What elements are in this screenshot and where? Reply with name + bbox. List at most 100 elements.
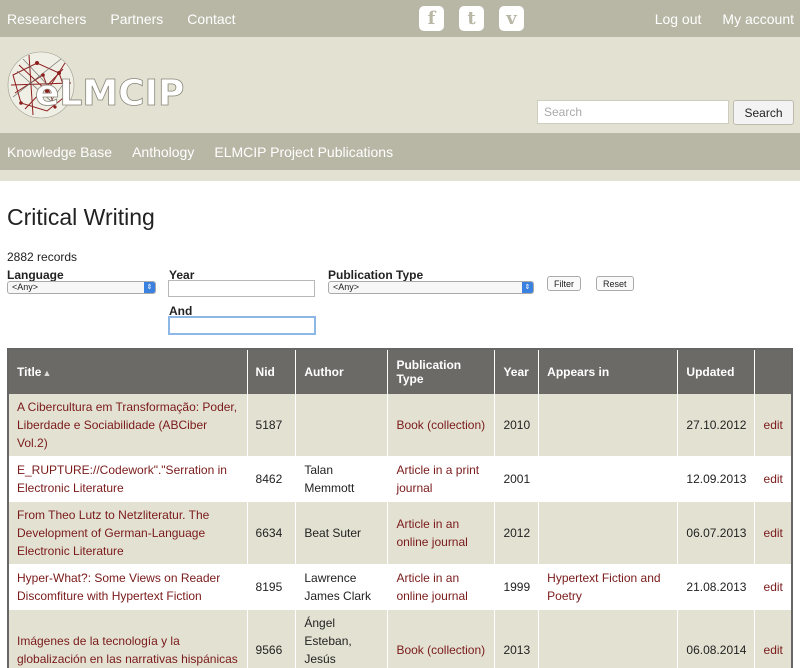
row-pubtype[interactable]: Article in an online journal [387,564,496,610]
filter-button[interactable]: Filter [547,276,581,291]
nav-anthology[interactable]: Anthology [132,144,194,160]
table-row: Hyper-What?: Some Views on Reader Discom… [8,564,792,610]
table-header-row: Title▲ Nid Author Publication Type Year … [8,349,792,394]
row-nid: 9566 [247,610,297,668]
row-pubtype[interactable]: Book (collection) [387,394,496,456]
my-account-link[interactable]: My account [722,11,794,27]
row-year: 2012 [494,502,540,564]
records-table: Title▲ Nid Author Publication Type Year … [7,348,793,668]
col-nid[interactable]: Nid [247,349,297,394]
row-edit-link[interactable]: edit [754,456,792,502]
row-title[interactable]: A Cibercultura em Transformação: Poder, … [8,394,248,456]
main-nav: Knowledge Base Anthology ELMCIP Project … [0,133,800,170]
col-title-label: Title [17,365,42,379]
row-appears-in[interactable] [538,610,679,668]
nav-partners[interactable]: Partners [110,11,163,27]
vimeo-icon[interactable]: v [499,6,524,31]
facebook-icon[interactable]: f [419,6,444,31]
row-author[interactable] [295,394,389,456]
filter-form: Language <Any> ⇕ Year And Publication Ty… [7,268,793,348]
search-button[interactable]: Search [733,100,794,125]
row-edit-link[interactable]: edit [754,394,792,456]
logo-text: eLMCIP [35,73,184,114]
row-author[interactable]: Beat Suter [295,502,389,564]
table-row: Imágenes de la tecnología y la globaliza… [8,610,792,668]
nav-contact[interactable]: Contact [187,11,235,27]
nav-project-publications[interactable]: ELMCIP Project Publications [214,144,393,160]
brand-header: eLMCIP Search [0,37,800,133]
row-title[interactable]: Hyper-What?: Some Views on Reader Discom… [8,564,248,610]
elmcip-logo[interactable]: eLMCIP [7,45,197,125]
col-edit [754,349,792,394]
record-count: 2882 records [7,250,78,264]
main-content: Critical Writing 2882 records Language <… [0,204,800,668]
col-author[interactable]: Author [295,349,389,394]
row-updated: 06.07.2013 [677,502,756,564]
pubtype-label: Publication Type [328,268,424,282]
row-edit-link[interactable]: edit [754,610,792,668]
row-appears-in[interactable] [538,456,679,502]
row-author[interactable]: Ángel Esteban, Jesús Montoya [295,610,389,668]
row-nid: 8195 [247,564,297,610]
row-updated: 12.09.2013 [677,456,756,502]
row-nid: 5187 [247,394,297,456]
col-title[interactable]: Title▲ [8,349,248,394]
row-nid: 6634 [247,502,297,564]
row-year: 1999 [494,564,540,610]
col-appears-in[interactable]: Appears in [538,349,679,394]
row-title[interactable]: E_RUPTURE://Codework"."Serration in Elec… [8,456,248,502]
sort-ascending-icon: ▲ [42,368,52,378]
row-appears-in[interactable] [538,394,679,456]
year-and-input[interactable] [168,316,316,335]
row-year: 2001 [494,456,540,502]
search-input[interactable] [537,100,729,124]
row-year: 2010 [494,394,540,456]
row-updated: 06.08.2014 [677,610,756,668]
nav-researchers[interactable]: Researchers [7,11,86,27]
language-select-value: <Any> [12,282,39,292]
row-edit-link[interactable]: edit [754,564,792,610]
twitter-glyph: t [467,8,476,29]
logout-link[interactable]: Log out [655,11,702,27]
row-author[interactable]: Talan Memmott [295,456,389,502]
row-updated: 27.10.2012 [677,394,756,456]
twitter-icon[interactable]: t [459,6,484,31]
logo-graphic: eLMCIP [7,51,185,119]
nav-knowledge-base[interactable]: Knowledge Base [7,144,112,160]
language-select[interactable]: <Any> ⇕ [7,281,156,294]
row-pubtype[interactable]: Article in an online journal [387,502,496,564]
site-search: Search [537,100,794,125]
year-input[interactable] [168,280,315,297]
nav-strip [0,170,800,181]
row-title[interactable]: From Theo Lutz to Netzliteratur. The Dev… [8,502,248,564]
social-links: f t v [419,6,524,31]
top-nav-left: Researchers Partners Contact [7,0,236,37]
top-nav-right: Log out My account [655,0,794,37]
row-nid: 8462 [247,456,297,502]
pubtype-select[interactable]: <Any> ⇕ [328,281,534,294]
row-pubtype[interactable]: Article in a print journal [387,456,496,502]
row-edit-link[interactable]: edit [754,502,792,564]
row-title[interactable]: Imágenes de la tecnología y la globaliza… [8,610,248,668]
pubtype-select-value: <Any> [333,282,360,292]
facebook-glyph: f [427,8,436,29]
row-pubtype[interactable]: Book (collection) [387,610,496,668]
col-updated[interactable]: Updated [677,349,756,394]
reset-button[interactable]: Reset [596,276,634,291]
language-label: Language [7,268,64,282]
row-author[interactable]: Lawrence James Clark [295,564,389,610]
vimeo-glyph: v [506,8,517,29]
row-appears-in[interactable]: Hypertext Fiction and Poetry [538,564,679,610]
table-row: From Theo Lutz to Netzliteratur. The Dev… [8,502,792,564]
col-pubtype[interactable]: Publication Type [387,349,496,394]
select-arrows-icon: ⇕ [144,282,155,293]
select-arrows-icon: ⇕ [522,282,533,293]
table-row: E_RUPTURE://Codework"."Serration in Elec… [8,456,792,502]
row-year: 2013 [494,610,540,668]
col-year[interactable]: Year [494,349,540,394]
top-bar: Researchers Partners Contact f t v Log o… [0,0,800,37]
table-row: A Cibercultura em Transformação: Poder, … [8,394,792,456]
row-appears-in[interactable] [538,502,679,564]
row-updated: 21.08.2013 [677,564,756,610]
page-title: Critical Writing [7,204,155,230]
